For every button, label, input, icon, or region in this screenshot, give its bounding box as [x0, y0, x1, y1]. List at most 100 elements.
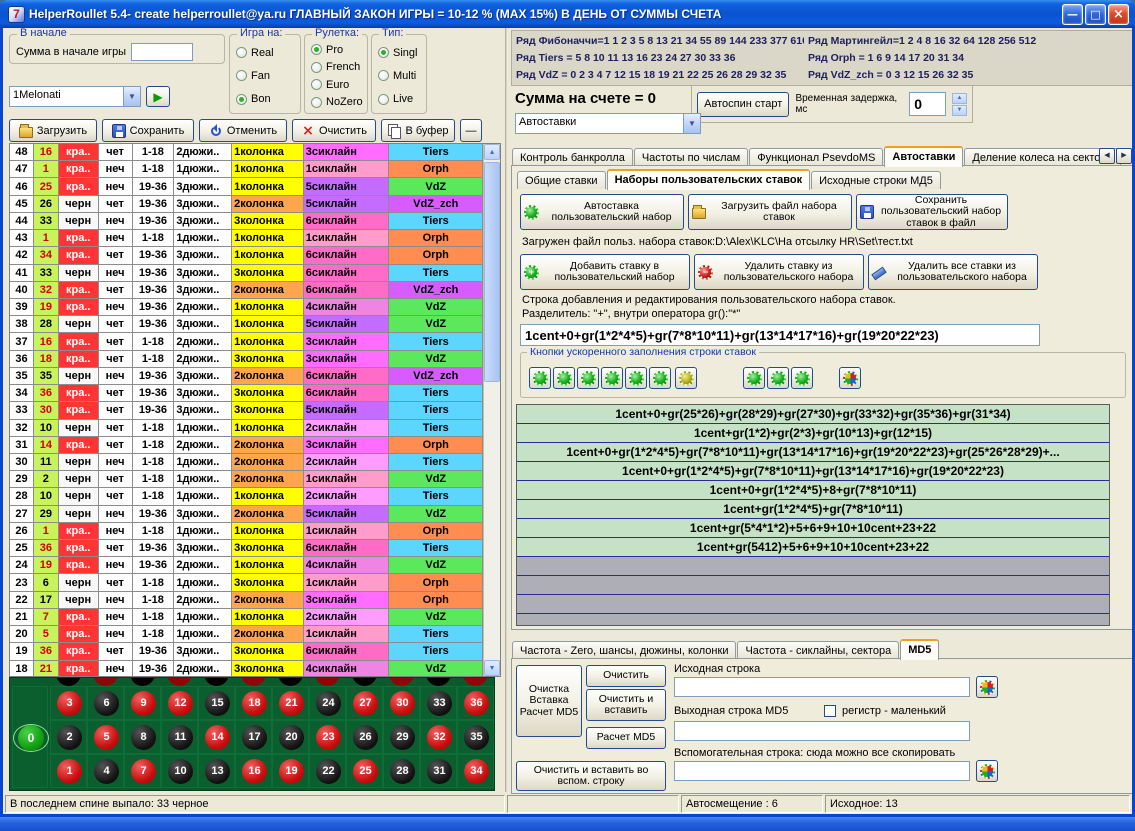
taskbar[interactable]: [0, 817, 1135, 831]
set-button[interactable]: Удалить все ставки из пользовательского …: [868, 254, 1038, 290]
board-cell-33[interactable]: 33: [420, 686, 457, 720]
board-cell-29[interactable]: 29: [383, 720, 420, 754]
close-button[interactable]: ×: [1108, 4, 1129, 25]
board-cell-6[interactable]: 6: [87, 686, 124, 720]
board-cell-12[interactable]: 12: [161, 686, 198, 720]
board-cell-16[interactable]: 16: [235, 754, 272, 788]
board-cell-2[interactable]: 2: [50, 720, 87, 754]
history-row[interactable]: 3535черннеч19-363дюжи..2колонка6сиклайнV…: [10, 368, 483, 385]
board-cell-32[interactable]: 32: [420, 720, 457, 754]
board-cell-13[interactable]: 13: [198, 754, 235, 788]
history-row[interactable]: 4032кра..чет19-363дюжи..2колонка6сиклайн…: [10, 282, 483, 299]
history-row[interactable]: 3618кра..чет1-182дюжи..3колонка3сиклайнV…: [10, 351, 483, 368]
md5-clear-paste-calc-button[interactable]: Очистка Вставка Расчет MD5: [516, 665, 582, 737]
quick-chip-button-9[interactable]: [767, 367, 789, 389]
md5-clear-paste-button[interactable]: Очистить и вставить: [586, 689, 666, 721]
toolbar-button-5[interactable]: В буфер: [381, 119, 455, 142]
board-cell-36[interactable]: 36: [457, 686, 494, 720]
tab-scroll-left-icon[interactable]: ◀: [1099, 148, 1115, 164]
history-row[interactable]: 2536кра..чет19-363дюжи..3колонка6сиклайн…: [10, 540, 483, 557]
tab-scroll-right-icon[interactable]: ▶: [1116, 148, 1132, 164]
scroll-down-icon[interactable]: ▼: [484, 660, 500, 676]
tab-Частота - Zero, шансы, дюжины, колонки[interactable]: Частота - Zero, шансы, дюжины, колонки: [512, 641, 736, 659]
history-row[interactable]: 4433черннеч19-363дюжи..3колонка6сиклайнT…: [10, 213, 483, 230]
board-cell-18[interactable]: 18: [235, 686, 272, 720]
history-row[interactable]: 4526чернчет19-363дюжи..2колонка5сиклайнV…: [10, 196, 483, 213]
quick-chip-button-11[interactable]: [839, 367, 861, 389]
tab-Общие ставки[interactable]: Общие ставки: [517, 171, 606, 189]
md5-source-action-button[interactable]: [976, 676, 998, 698]
history-row[interactable]: 3828чернчет19-363дюжи..1колонка5сиклайнV…: [10, 316, 483, 333]
history-row[interactable]: 4816кра..чет1-182дюжи..1колонка3сиклайнT…: [10, 144, 483, 161]
md5-calc-button[interactable]: Расчет MD5: [586, 727, 666, 749]
history-row[interactable]: 292чернчет1-181дюжи..2колонка1сиклайнVdZ: [10, 471, 483, 488]
radio-option-fan[interactable]: Fan: [236, 70, 298, 82]
maximize-button[interactable]: □: [1085, 4, 1106, 25]
history-row[interactable]: 2810чернчет1-181дюжи..1колонка2сиклайнTi…: [10, 488, 483, 505]
radio-option-pro[interactable]: Pro: [311, 44, 365, 56]
history-row[interactable]: 3436кра..чет19-363дюжи..3колонка6сиклайн…: [10, 385, 483, 402]
history-row[interactable]: 3919кра..неч19-362дюжи..1колонка4сиклайн…: [10, 299, 483, 316]
board-cell-19[interactable]: 19: [272, 754, 309, 788]
quick-chip-button-10[interactable]: [791, 367, 813, 389]
history-row[interactable]: 3114кра..чет1-182дюжи..2колонка3сиклайнO…: [10, 437, 483, 454]
tab-Частота - сиклайны, сектора[interactable]: Частота - сиклайны, сектора: [737, 641, 899, 659]
set-button[interactable]: +Добавить ставку в пользовательский набо…: [520, 254, 690, 290]
history-row[interactable]: 217кра..неч1-181дюжи..1колонка2сиклайнVd…: [10, 609, 483, 626]
md5-clear-paste-aux-button[interactable]: Очистить и вставить во вспом. строку: [516, 761, 666, 791]
toolbar-button-2[interactable]: Сохранить: [102, 119, 194, 142]
history-row[interactable]: 3210чернчет1-181дюжи..1колонка2сиклайнTi…: [10, 420, 483, 437]
md5-aux-action-button[interactable]: [976, 760, 998, 782]
set-button[interactable]: Сохранить пользовательский набор ставок …: [856, 194, 1008, 230]
history-row[interactable]: 471кра..неч1-181дюжи..1колонка1сиклайнOr…: [10, 161, 483, 178]
bet-set-listbox[interactable]: 1cent+0+gr(25*26)+gr(28*29)+gr(27*30)+gr…: [516, 404, 1110, 626]
toolbar-button-4[interactable]: ×Очистить: [292, 119, 376, 142]
bet-list-item[interactable]: 1cent+0+gr(1*2*4*5)+8+gr(7*8*10*11): [517, 481, 1109, 500]
toolbar-button-3[interactable]: Отменить: [199, 119, 287, 142]
radio-option-nozero[interactable]: NoZero: [311, 96, 365, 108]
quick-chip-button-7[interactable]: [675, 367, 697, 389]
start-sum-input[interactable]: [131, 43, 193, 61]
set-button[interactable]: Автоставка пользовательский набор: [520, 194, 684, 230]
board-cell-21[interactable]: 21: [272, 686, 309, 720]
board-cell-22[interactable]: 22: [309, 754, 346, 788]
bet-list-item[interactable]: 1cent+gr(5412)+5+6+9+10+10cent+23+22: [517, 538, 1109, 557]
md5-clear-button[interactable]: Очистить: [586, 665, 666, 687]
board-cell-11[interactable]: 11: [161, 720, 198, 754]
radio-option-live[interactable]: Live: [378, 93, 424, 105]
md5-aux-input[interactable]: [674, 761, 970, 781]
bet-list-item[interactable]: 1cent+gr(5*4*1*2)+5+6+9+10+10cent+23+22: [517, 519, 1109, 538]
set-button[interactable]: −Удалить ставку из пользовательского наб…: [694, 254, 864, 290]
quick-chip-button-6[interactable]: [649, 367, 671, 389]
scroll-up-icon[interactable]: ▲: [484, 144, 500, 160]
board-cell-1[interactable]: 1: [50, 754, 87, 788]
title-bar[interactable]: 7 HelperRoullet 5.4- create helperroulle…: [0, 0, 1135, 28]
quick-chip-button-2[interactable]: [553, 367, 575, 389]
board-cell-30[interactable]: 30: [383, 686, 420, 720]
radio-option-bon[interactable]: Bon: [236, 93, 298, 105]
board-cell-4[interactable]: 4: [87, 754, 124, 788]
history-row[interactable]: 2419кра..неч19-362дюжи..1колонка4сиклайн…: [10, 557, 483, 574]
md5-output-input[interactable]: [674, 721, 970, 741]
autospin-start-button[interactable]: Автоспин старт: [697, 92, 789, 117]
bet-list-item[interactable]: 1cent+gr(1*2*4*5)+gr(7*8*10*11): [517, 500, 1109, 519]
chevron-down-icon[interactable]: ▼: [683, 114, 700, 133]
board-cell-10[interactable]: 10: [161, 754, 198, 788]
radio-option-euro[interactable]: Euro: [311, 79, 365, 91]
board-cell-17[interactable]: 17: [235, 720, 272, 754]
tab-Наборы пользовательских ставок[interactable]: Наборы пользовательских ставок: [607, 169, 811, 190]
history-row[interactable]: 2217черннеч1-182дюжи..2колонка3сиклайнOr…: [10, 592, 483, 609]
bet-list-item[interactable]: 1cent+0+gr(1*2*4*5)+gr(7*8*10*11)+gr(13*…: [517, 443, 1109, 462]
board-cell-27[interactable]: 27: [346, 686, 383, 720]
toolbar-button-1[interactable]: Загрузить: [9, 119, 97, 142]
scrollbar-thumb[interactable]: [484, 162, 500, 382]
delay-value-input[interactable]: 0: [909, 92, 946, 116]
history-row[interactable]: 3011черннеч1-181дюжи..2колонка2сиклайнTi…: [10, 454, 483, 471]
history-row[interactable]: 3716кра..чет1-182дюжи..1колонка3сиклайнT…: [10, 333, 483, 350]
history-scrollbar[interactable]: ▲ ▼: [483, 144, 500, 676]
board-cell-23[interactable]: 23: [309, 720, 346, 754]
history-row[interactable]: 4625кра..неч19-363дюжи..1колонка5сиклайн…: [10, 178, 483, 195]
board-cell-26[interactable]: 26: [346, 720, 383, 754]
board-cell-24[interactable]: 24: [309, 686, 346, 720]
tab-MD5[interactable]: MD5: [900, 639, 939, 660]
